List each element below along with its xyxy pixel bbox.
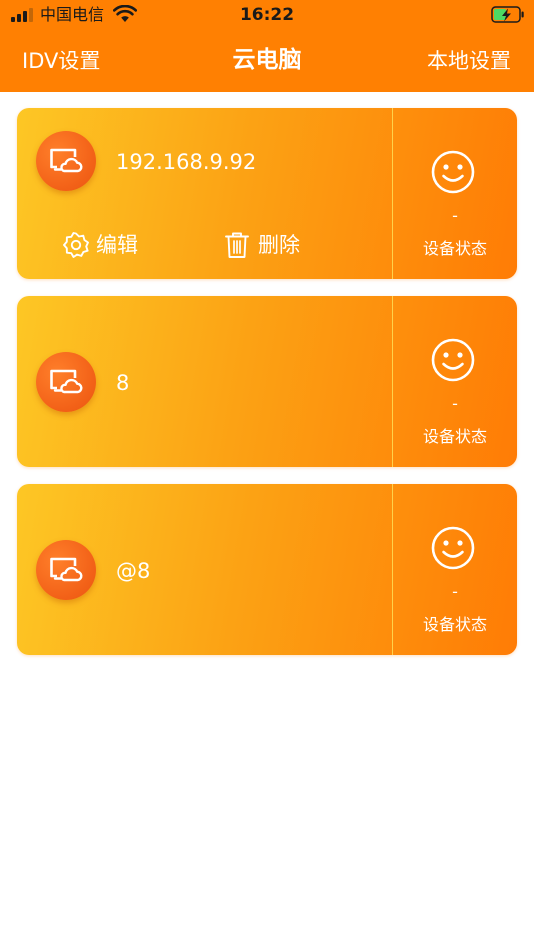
device-card[interactable]: 192.168.9.92 编辑 删除 - 设备状态 — [17, 108, 517, 279]
device-card[interactable]: 8 - 设备状态 — [17, 296, 517, 467]
gear-icon — [63, 232, 89, 258]
cloud-computer-icon — [50, 148, 83, 173]
clock: 16:22 — [239, 5, 295, 25]
nav-bar: IDV设置 云电脑 本地设置 — [0, 30, 534, 92]
status-bar: 中国电信 16:22 — [0, 0, 534, 30]
device-avatar — [36, 352, 96, 412]
smiley-face-icon — [431, 150, 475, 194]
device-status-value: - — [452, 582, 458, 601]
smiley-face-icon — [431, 338, 475, 382]
device-status-label: 设备状态 — [422, 615, 487, 634]
cloud-computer-icon — [50, 369, 83, 394]
smiley-face-icon — [431, 526, 475, 570]
device-status-value: - — [452, 206, 458, 225]
device-status-label: 设备状态 — [422, 427, 487, 446]
delete-label: 删除 — [258, 233, 300, 257]
device-name: 8 — [116, 371, 130, 395]
local-settings-button[interactable]: 本地设置 — [427, 47, 511, 75]
device-avatar — [36, 131, 96, 191]
trash-icon — [225, 232, 249, 258]
device-status-value: - — [452, 394, 458, 413]
device-status-label: 设备状态 — [422, 239, 487, 258]
device-avatar — [36, 540, 96, 600]
cloud-computer-icon — [50, 557, 83, 582]
delete-button[interactable]: 删除 — [224, 229, 314, 261]
device-name: @8 — [116, 559, 151, 583]
battery-charging-icon — [491, 6, 524, 23]
edit-button[interactable]: 编辑 — [62, 229, 152, 261]
edit-label: 编辑 — [96, 233, 138, 257]
device-name: 192.168.9.92 — [116, 150, 257, 174]
device-card[interactable]: @8 - 设备状态 — [17, 484, 517, 655]
